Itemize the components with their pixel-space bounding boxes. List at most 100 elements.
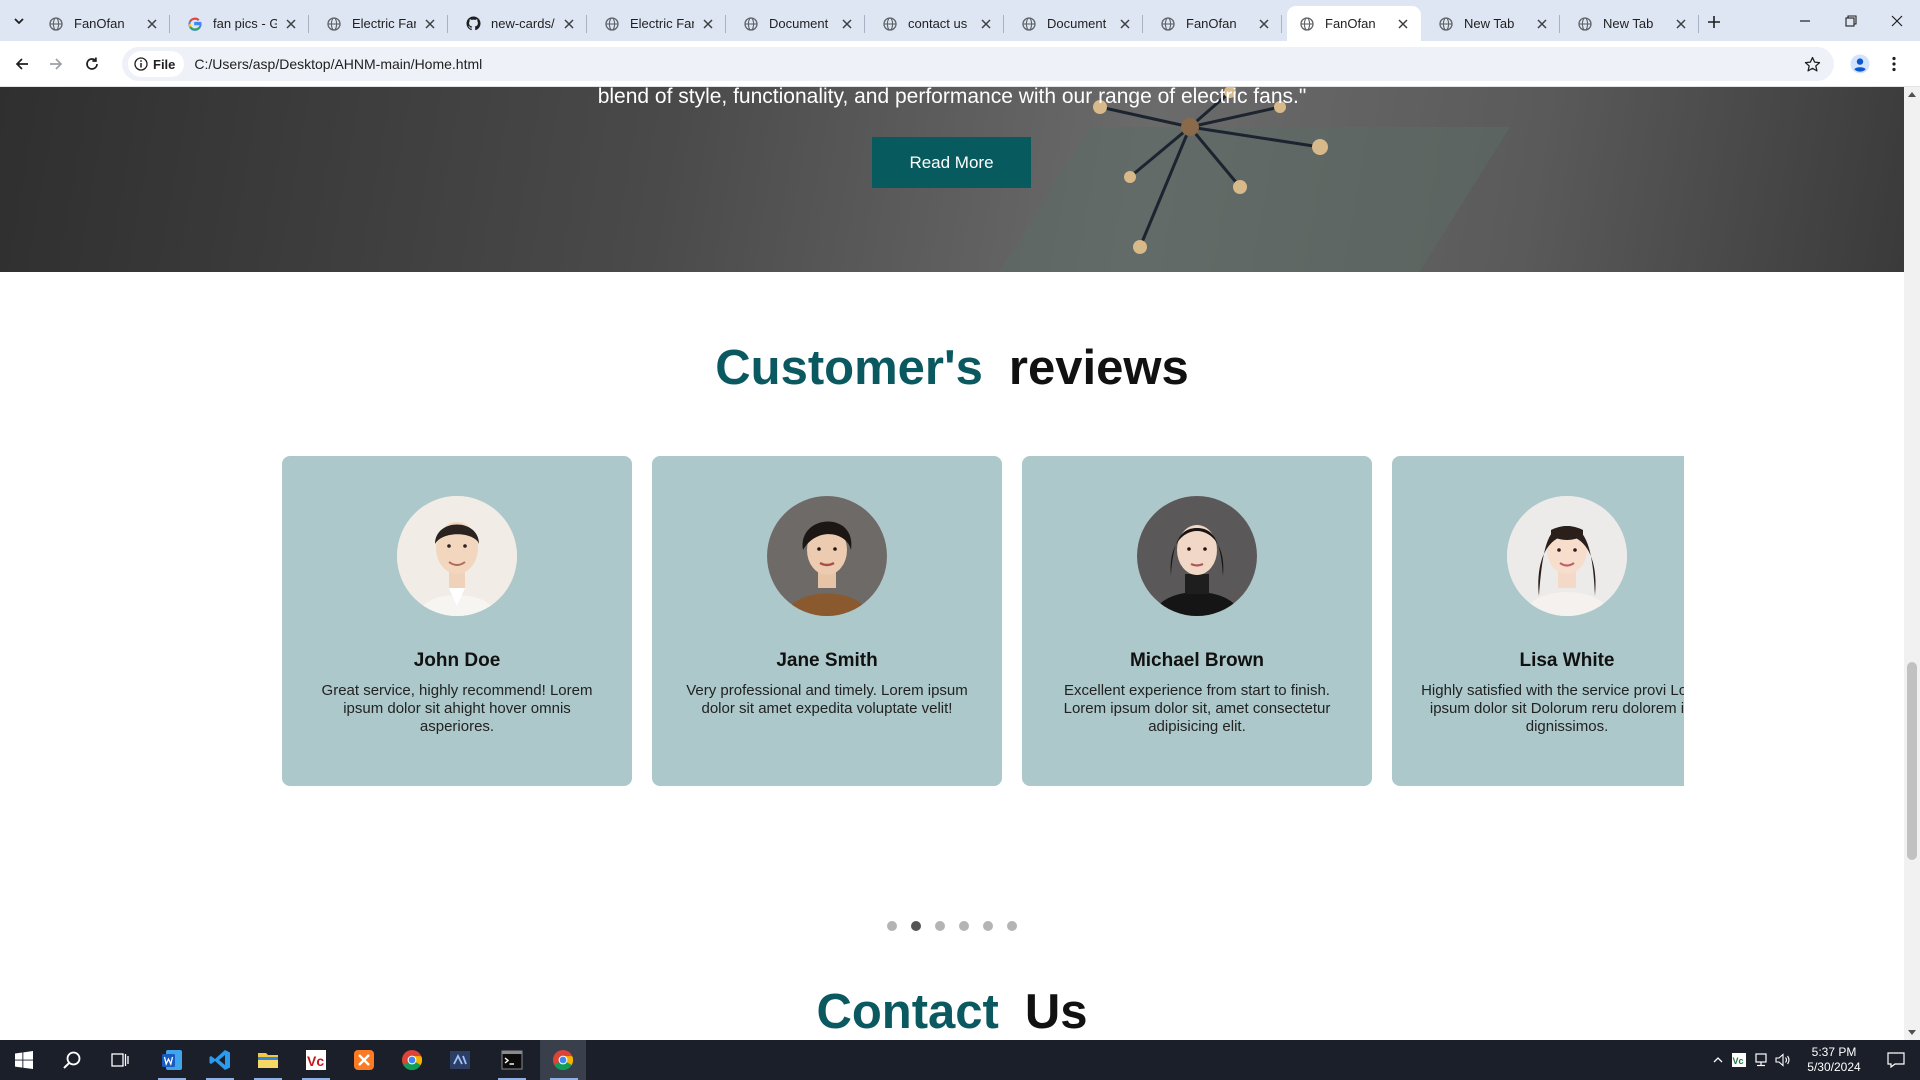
- url-text[interactable]: C:/Users/asp/Desktop/AHNM-main/Home.html: [194, 56, 482, 72]
- site-info-chip[interactable]: File: [128, 51, 185, 77]
- tab-title: new-cards/c: [491, 16, 555, 31]
- terminal-icon[interactable]: [488, 1040, 536, 1080]
- tab-electric-fan-2[interactable]: Electric Fan C: [592, 6, 726, 41]
- word-icon[interactable]: [148, 1040, 196, 1080]
- menu-button[interactable]: [1884, 52, 1904, 76]
- contact-heading: Contact Us: [0, 984, 1904, 1040]
- close-icon: [1891, 15, 1903, 26]
- tab-fanofan-active[interactable]: FanOfan: [1287, 6, 1421, 41]
- tab-contact-us[interactable]: contact us: [870, 6, 1004, 41]
- vc-tray-icon[interactable]: Vc: [1728, 1052, 1750, 1068]
- reload-icon: [86, 57, 98, 70]
- reload-button[interactable]: [80, 52, 104, 76]
- back-button[interactable]: [10, 52, 34, 76]
- minimize-button[interactable]: [1782, 0, 1828, 41]
- tab-document-1[interactable]: Document: [731, 6, 865, 41]
- tab-fanofan-1[interactable]: FanOfan: [36, 6, 170, 41]
- reviews-heading-rest: reviews: [1008, 341, 1189, 395]
- hero-section: blend of style, functionality, and perfo…: [0, 87, 1904, 272]
- file-chip-label: File: [153, 56, 176, 72]
- globe-icon: [604, 16, 620, 32]
- chevron-up-icon[interactable]: [1708, 1056, 1728, 1064]
- tab-new-cards[interactable]: new-cards/c: [453, 6, 587, 41]
- notification-center-icon[interactable]: [1872, 1040, 1920, 1080]
- tab-title: Document: [769, 16, 829, 31]
- close-icon[interactable]: [1673, 16, 1689, 32]
- tab-electric-fan-1[interactable]: Electric Fan C: [314, 6, 448, 41]
- forward-button[interactable]: [44, 52, 68, 76]
- review-text: Great service, highly recommend! Lorem i…: [321, 682, 593, 735]
- avatar-icon: [1850, 54, 1870, 74]
- taskbar-clock[interactable]: 5:37 PM 5/30/2024: [1796, 1045, 1872, 1075]
- chandelier-image: [1093, 87, 1328, 254]
- close-icon[interactable]: [1395, 16, 1411, 32]
- vscode-icon[interactable]: [196, 1040, 244, 1080]
- close-icon[interactable]: [283, 16, 299, 32]
- close-icon[interactable]: [144, 16, 160, 32]
- close-icon[interactable]: [1256, 16, 1272, 32]
- contact-heading-accent: Contact: [816, 985, 999, 1039]
- task-view-icon[interactable]: [96, 1040, 144, 1080]
- close-icon[interactable]: [839, 16, 855, 32]
- tab-title: FanOfan: [74, 16, 125, 31]
- close-icon[interactable]: [1534, 16, 1550, 32]
- tab-title: FanOfan: [1186, 16, 1237, 31]
- close-icon[interactable]: [422, 16, 438, 32]
- tab-search-button[interactable]: [6, 8, 32, 34]
- close-icon[interactable]: [1117, 16, 1133, 32]
- profile-button[interactable]: [1848, 52, 1872, 76]
- tab-new-tab-1[interactable]: New Tab: [1426, 6, 1560, 41]
- address-bar[interactable]: File C:/Users/asp/Desktop/AHNM-main/Home…: [122, 47, 1834, 81]
- reviewer-name: Lisa White: [1519, 650, 1615, 671]
- scroll-up-icon[interactable]: [1904, 87, 1920, 101]
- new-tab-button[interactable]: [1702, 10, 1726, 34]
- page-scrollbar[interactable]: [1904, 87, 1920, 1040]
- network-icon[interactable]: [1750, 1053, 1772, 1067]
- volume-icon[interactable]: [1772, 1053, 1794, 1067]
- scroll-thumb[interactable]: [1907, 662, 1917, 860]
- browser-tab-strip: FanOfan fan pics - Go Electric Fan C new…: [0, 0, 1920, 41]
- carousel-dot[interactable]: [959, 921, 969, 931]
- tab-document-2[interactable]: Document: [1009, 6, 1143, 41]
- carousel-dot[interactable]: [983, 921, 993, 931]
- vc-app-icon[interactable]: Vc: [292, 1040, 340, 1080]
- svg-text:Vc: Vc: [307, 1053, 324, 1069]
- close-icon[interactable]: [700, 16, 716, 32]
- xampp-icon[interactable]: [340, 1040, 388, 1080]
- file-explorer-icon[interactable]: [244, 1040, 292, 1080]
- avatar: [767, 496, 887, 616]
- tab-new-tab-2[interactable]: New Tab: [1565, 6, 1699, 41]
- carousel-dot[interactable]: [935, 921, 945, 931]
- svg-text:Vc: Vc: [1733, 1056, 1744, 1066]
- read-more-button[interactable]: Read More: [872, 137, 1031, 188]
- globe-icon: [48, 16, 64, 32]
- chrome-icon[interactable]: [388, 1040, 436, 1080]
- tab-title: New Tab: [1603, 16, 1654, 31]
- review-card: Michael Brown Excellent experience from …: [1022, 456, 1372, 786]
- chrome-icon: [1577, 16, 1593, 32]
- carousel-pagination: [0, 921, 1904, 931]
- tab-fanofan-2[interactable]: FanOfan: [1148, 6, 1282, 41]
- chrome-icon: [1438, 16, 1454, 32]
- reviewer-name: Michael Brown: [1129, 650, 1265, 671]
- avatar: [1137, 496, 1257, 616]
- carousel-dot-active[interactable]: [911, 921, 921, 931]
- reviewer-name: Jane Smith: [776, 650, 878, 671]
- close-icon[interactable]: [978, 16, 994, 32]
- scroll-down-icon[interactable]: [1904, 1026, 1920, 1040]
- visual-studio-icon[interactable]: [436, 1040, 484, 1080]
- restore-button[interactable]: [1828, 0, 1874, 41]
- carousel-dot[interactable]: [887, 921, 897, 931]
- bookmark-button[interactable]: [1802, 54, 1822, 74]
- reviews-carousel[interactable]: John Doe Great service, highly recommend…: [282, 456, 1684, 788]
- close-icon[interactable]: [561, 16, 577, 32]
- star-icon: [1804, 56, 1820, 72]
- windows-taskbar: Vc Vc 5:37 PM 5/30/2024: [0, 1040, 1920, 1080]
- close-window-button[interactable]: [1874, 0, 1920, 41]
- more-vertical-icon: [1892, 56, 1896, 72]
- tab-fan-pics[interactable]: fan pics - Go: [175, 6, 309, 41]
- start-icon[interactable]: [0, 1040, 48, 1080]
- search-icon[interactable]: [48, 1040, 96, 1080]
- chrome-profile-icon[interactable]: [540, 1040, 586, 1080]
- carousel-dot[interactable]: [1007, 921, 1017, 931]
